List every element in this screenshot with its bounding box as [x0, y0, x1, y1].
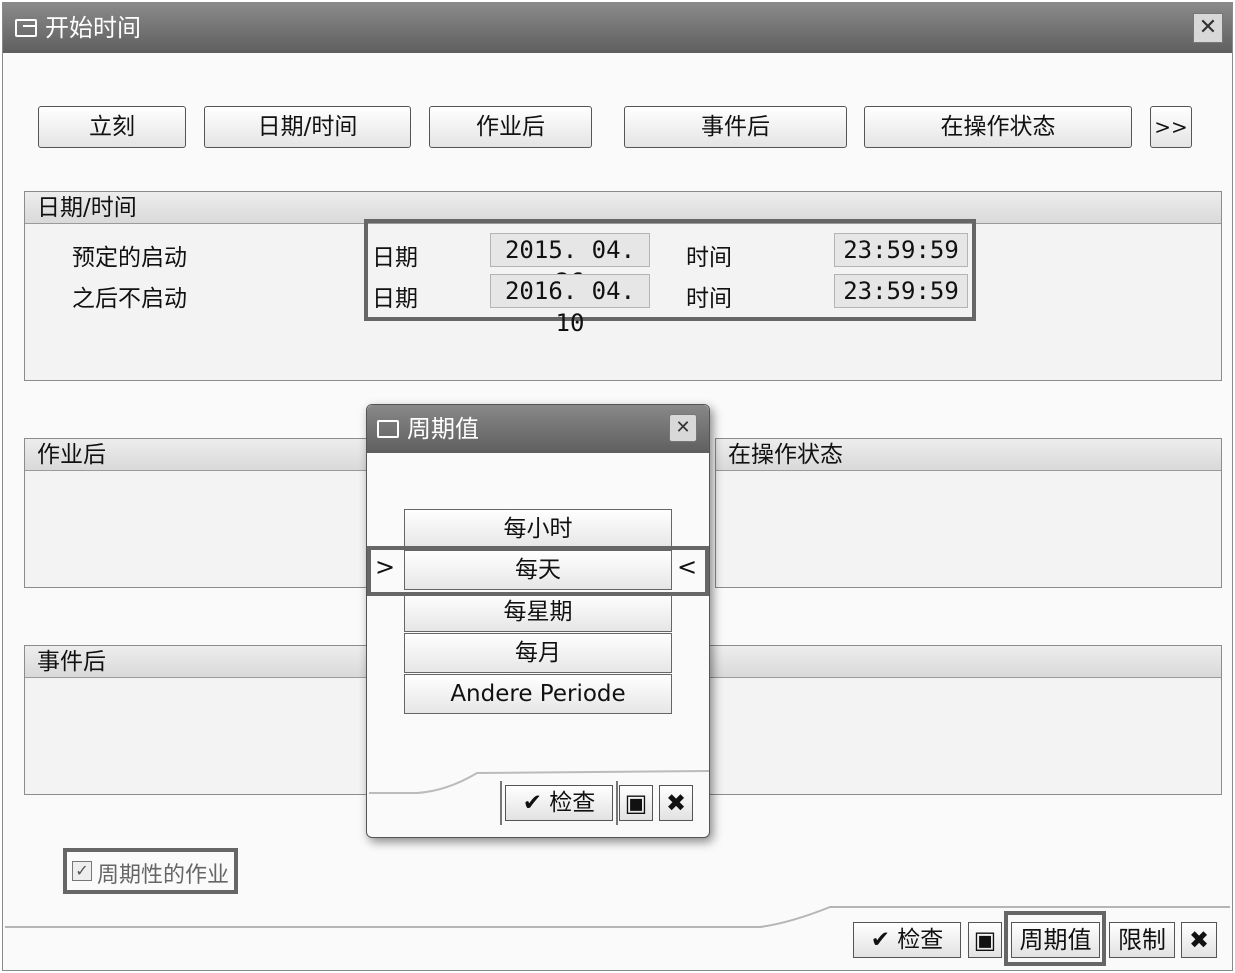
scheduled-start-label: 预定的启动 [72, 245, 187, 271]
popup-window-icon [377, 420, 399, 438]
dialog-title: 开始时间 [45, 14, 141, 42]
start-date-field[interactable]: 2015. 04. 26 [490, 233, 650, 296]
more-button[interactable]: >> [1150, 106, 1192, 148]
restrictions-button[interactable]: 限制 [1109, 922, 1175, 958]
after-job-group-header: 作业后 [25, 439, 367, 471]
at-operation-mode-button[interactable]: 在操作状态 [864, 106, 1132, 148]
popup-cancel-icon: ✖ [665, 789, 687, 817]
no-start-date-label: 日期 [372, 286, 418, 312]
popup-cancel-button[interactable]: ✖ [659, 785, 693, 821]
weekly-option[interactable]: 每星期 [404, 592, 672, 632]
no-start-time-label: 时间 [686, 286, 732, 312]
popup-checkmark-icon: ✔ [522, 790, 542, 816]
period-values-popup: 周期值 ✕ 每小时 每天 每星期 每月 Andere Periode > < ✔… [366, 404, 710, 838]
cancel-button[interactable]: ✖ [1181, 922, 1217, 958]
popup-titlebar: 周期值 [367, 405, 709, 453]
monthly-option[interactable]: 每月 [404, 633, 672, 673]
after-event-button[interactable]: 事件后 [624, 106, 847, 148]
cancel-icon: ✖ [1188, 926, 1210, 954]
operation-mode-group: 在操作状态 [715, 438, 1222, 588]
save-icon: ▣ [973, 926, 997, 954]
start-time-label: 时间 [686, 245, 732, 271]
daily-selection-highlight [367, 546, 709, 596]
dialog-titlebar: 开始时间 [3, 3, 1232, 53]
close-dialog-button[interactable]: ✕ [1193, 13, 1223, 43]
immediate-button[interactable]: 立刻 [38, 106, 186, 148]
check-button[interactable]: ✔ 检查 [853, 922, 961, 958]
window-icon [15, 19, 37, 37]
popup-save-icon: ▣ [624, 789, 648, 817]
period-values-button[interactable]: 周期值 [1011, 922, 1100, 958]
after-job-button[interactable]: 作业后 [429, 106, 592, 148]
operation-mode-group-header: 在操作状态 [716, 439, 1221, 471]
no-start-after-label: 之后不启动 [72, 286, 187, 312]
selection-marker-left-icon: > [375, 553, 396, 581]
other-period-option[interactable]: Andere Periode [404, 674, 672, 714]
checkmark-icon: ✔ [870, 927, 890, 953]
after-job-group: 作业后 [24, 438, 368, 588]
no-start-date-field[interactable]: 2016. 04. 10 [490, 274, 650, 337]
periodic-job-label: 周期性的作业 [97, 863, 230, 888]
periodic-job-checkbox[interactable]: ✓ [72, 861, 92, 881]
start-time-field[interactable]: 23:59:59 [834, 233, 968, 267]
no-start-time-field[interactable]: 23:59:59 [834, 274, 968, 308]
popup-check-button[interactable]: ✔ 检查 [505, 785, 613, 821]
popup-close-button[interactable]: ✕ [669, 414, 697, 442]
selection-marker-right-icon: < [677, 553, 698, 581]
save-button[interactable]: ▣ [968, 922, 1002, 958]
popup-save-button[interactable]: ▣ [619, 785, 653, 821]
popup-title: 周期值 [407, 415, 479, 443]
date-time-button[interactable]: 日期/时间 [204, 106, 411, 148]
hourly-option[interactable]: 每小时 [404, 509, 672, 549]
start-date-label: 日期 [372, 245, 418, 271]
